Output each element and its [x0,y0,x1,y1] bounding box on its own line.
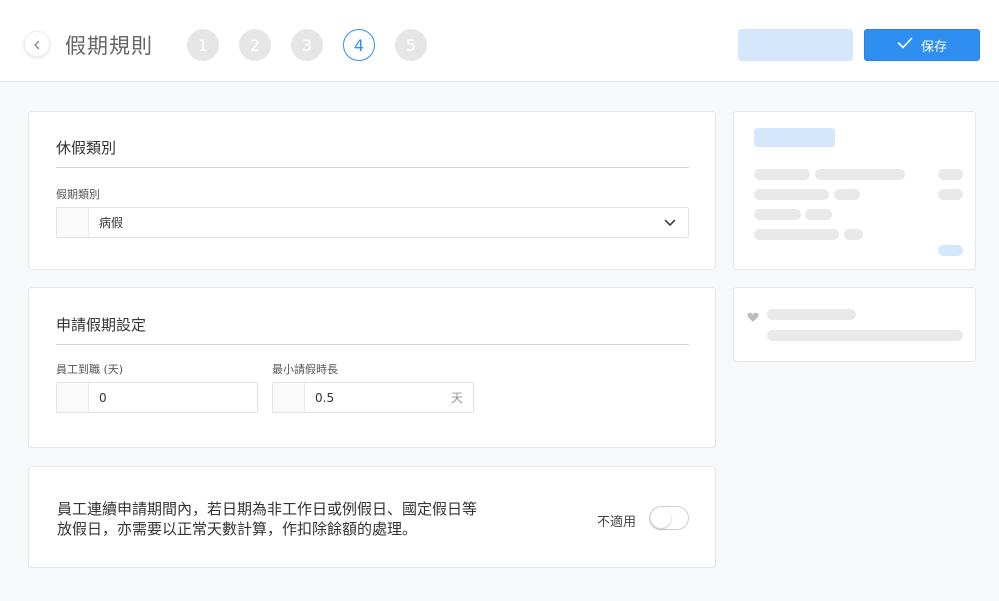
leave-type-card: 休假類別 假期類別 病假 [28,111,716,270]
step-5[interactable]: 5 [395,29,427,61]
skeleton-line [767,309,856,320]
input-prefix [57,208,89,237]
step-2[interactable]: 2 [239,29,271,61]
leave-type-select-value: 病假 [99,216,124,230]
step-3[interactable]: 3 [291,29,323,61]
heart-icon [747,308,759,327]
holiday-rule-card: 員工連續申請期間內，若日期為非工作日或例假日、國定假日等放假日，亦需要以正常天數… [28,466,716,568]
min-duration-unit: 天 [450,391,463,405]
tenure-days-label: 員工到職 (天) [56,363,124,376]
toggle-knob [651,508,671,528]
secondary-button-placeholder[interactable] [738,29,853,61]
skeleton-line [754,189,829,200]
check-icon [897,37,913,53]
input-prefix [273,383,305,412]
leave-type-section-title: 休假類別 [56,139,117,157]
min-duration-label: 最小請假時長 [272,363,338,376]
skeleton-line [754,229,839,240]
page-title: 假期規則 [65,34,153,58]
leave-type-select[interactable]: 病假 [56,207,689,238]
min-duration-input[interactable]: 0.5 天 [272,382,474,413]
skeleton-line [805,209,832,220]
section-divider [56,167,689,168]
holiday-rule-description: 員工連續申請期間內，若日期為非工作日或例假日、國定假日等放假日，亦需要以正常天數… [57,500,478,538]
note-skeleton-card [733,287,976,362]
back-button[interactable] [24,31,50,57]
skeleton-line [754,209,801,220]
skeleton-line [938,189,963,200]
skeleton-line [815,169,905,180]
save-button[interactable]: 保存 [864,29,980,61]
tenure-days-value: 0 [99,390,107,405]
chevron-down-icon [664,219,688,227]
min-duration-value: 0.5 [315,390,335,405]
tenure-days-input[interactable]: 0 [56,382,258,413]
skeleton-line [834,189,860,200]
save-button-label: 保存 [920,39,947,55]
apply-settings-section-title: 申請假期設定 [56,316,147,334]
summary-skeleton-card [733,111,976,270]
skeleton-line [844,229,863,240]
skeleton-line [938,169,963,180]
section-divider [56,344,689,345]
step-4-active[interactable]: 4 [343,29,375,61]
step-1[interactable]: 1 [187,29,219,61]
skeleton-line [754,169,810,180]
not-applicable-label: 不適用 [597,515,637,530]
apply-settings-card: 申請假期設定 員工到職 (天) 0 最小請假時長 0.5 天 [28,287,716,448]
skeleton-badge [938,245,963,256]
top-bar: 假期規則 1 2 3 4 5 保存 [0,0,999,82]
skeleton-line [767,330,963,341]
leave-type-field-label: 假期類別 [56,188,100,201]
chevron-left-icon [32,35,42,54]
not-applicable-toggle[interactable] [649,506,689,530]
skeleton-heading [754,128,835,147]
input-prefix [57,383,89,412]
